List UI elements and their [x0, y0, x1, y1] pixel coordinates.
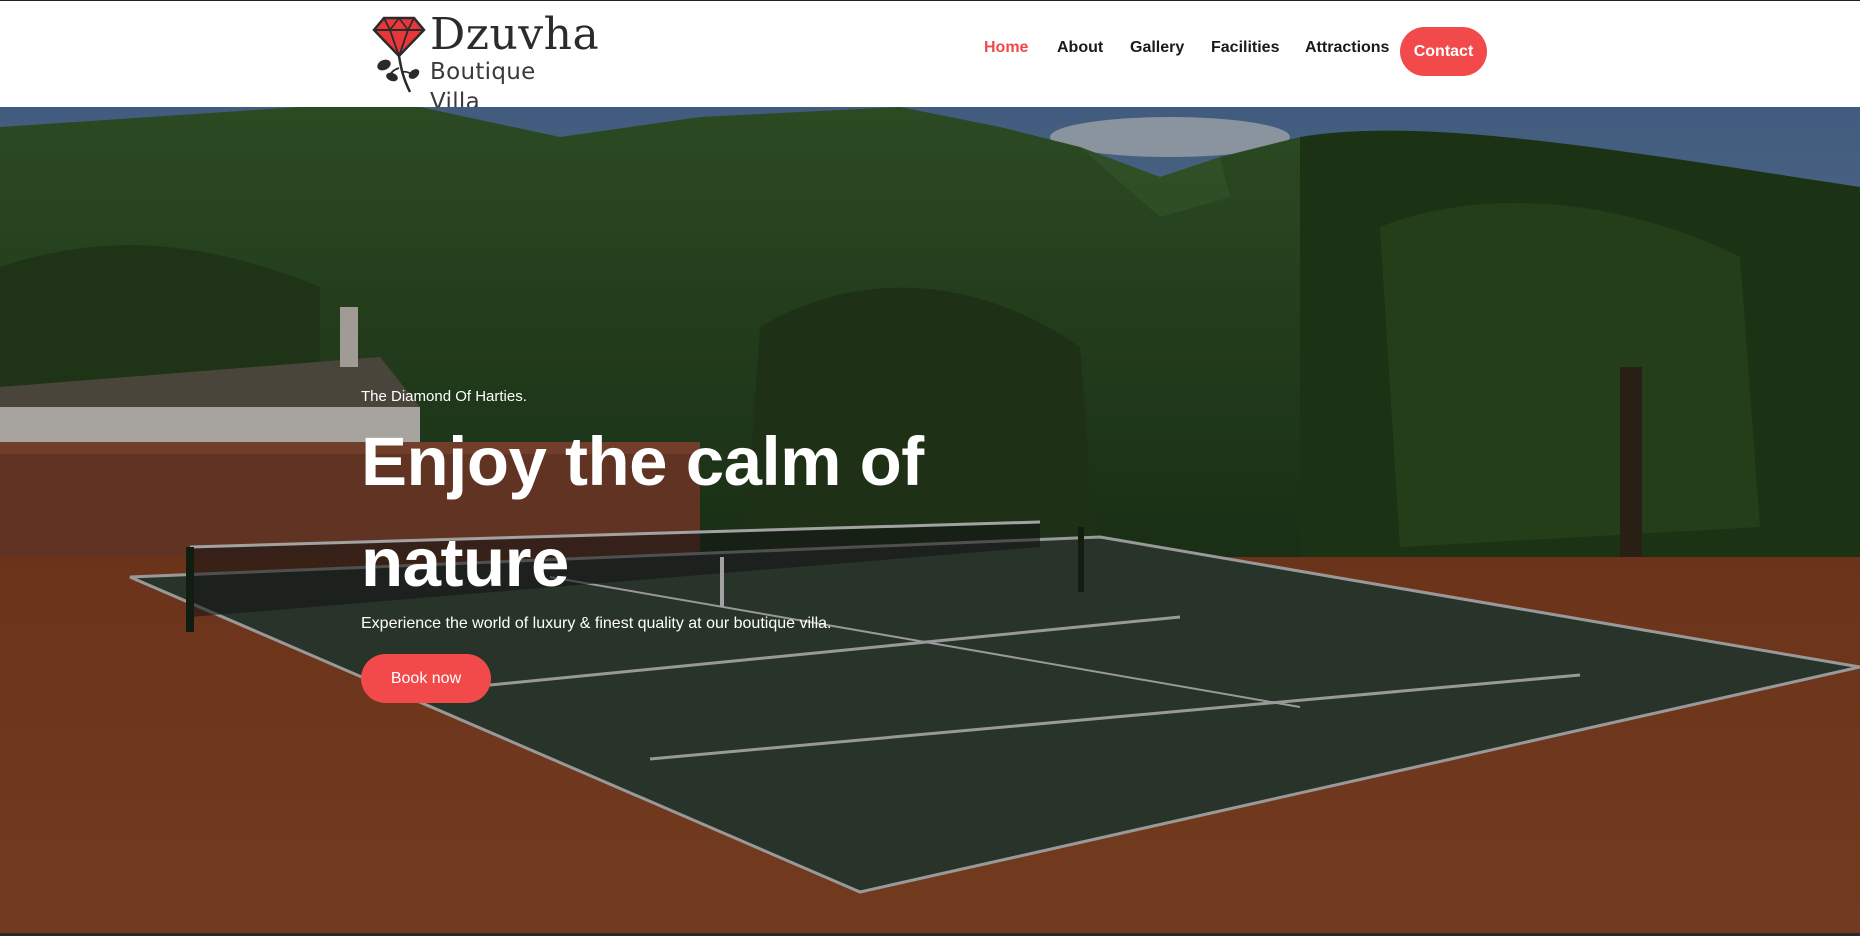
nav-attractions-link[interactable]: Attractions	[1305, 39, 1389, 57]
site-header: Dzuvha Boutique Villa Home About Gallery…	[0, 1, 1860, 115]
hero-headline: Enjoy the calm of nature	[361, 423, 924, 601]
hero-eyebrow: The Diamond Of Harties.	[361, 388, 527, 405]
book-now-button[interactable]: Book now	[361, 654, 491, 703]
nav-facilities-link[interactable]: Facilities	[1211, 39, 1279, 57]
nav-gallery-link[interactable]: Gallery	[1130, 39, 1184, 57]
nav-home-link[interactable]: Home	[984, 39, 1028, 57]
hero-subtext: Experience the world of luxury & finest …	[361, 615, 832, 632]
hero-section: The Diamond Of Harties. Enjoy the calm o…	[0, 107, 1860, 933]
contact-button[interactable]: Contact	[1400, 27, 1487, 76]
main-nav: Home About Gallery Facilities Attraction…	[0, 27, 1860, 77]
nav-about-link[interactable]: About	[1057, 39, 1103, 57]
